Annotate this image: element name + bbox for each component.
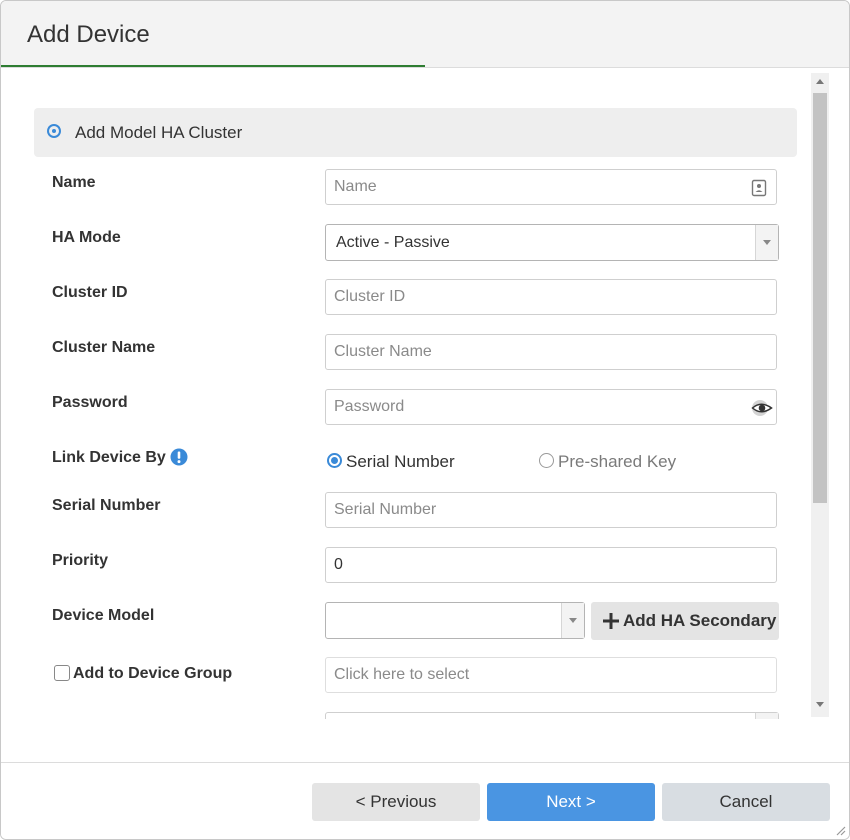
info-icon[interactable] [170, 448, 188, 466]
add-to-device-group-checkbox[interactable] [54, 665, 70, 681]
eye-icon[interactable] [751, 399, 773, 417]
add-device-dialog: Add Device Add Model HA Cluster Name HA … [0, 0, 850, 840]
radio-serial-number-label[interactable]: Serial Number [346, 452, 455, 472]
chevron-down-icon[interactable] [755, 225, 778, 260]
serial-number-input[interactable] [325, 492, 777, 528]
ha-mode-label: HA Mode [52, 229, 121, 246]
next-button[interactable]: Next > [487, 783, 655, 821]
contact-card-icon[interactable] [751, 179, 767, 197]
priority-input[interactable] [325, 547, 777, 583]
add-ha-secondary-button[interactable]: Add HA Secondary [591, 602, 779, 640]
scroll-down-icon[interactable] [816, 702, 824, 707]
content-scrollbar[interactable] [811, 73, 829, 717]
add-to-device-group-label[interactable]: Add to Device Group [73, 665, 232, 683]
dialog-content: Add Model HA Cluster Name HA Mode Active… [1, 69, 849, 719]
cluster-id-label: Cluster ID [52, 284, 128, 301]
name-input[interactable] [325, 169, 777, 205]
add-ha-secondary-label: Add HA Secondary [623, 611, 777, 630]
cluster-id-input[interactable] [325, 279, 777, 315]
cluster-name-input[interactable] [325, 334, 777, 370]
chevron-down-icon[interactable] [755, 713, 778, 719]
cluster-name-label: Cluster Name [52, 339, 156, 356]
chevron-down-icon[interactable] [561, 603, 584, 638]
password-input[interactable] [325, 389, 777, 425]
device-model-label: Device Model [52, 607, 155, 624]
dialog-title: Add Device [27, 21, 150, 48]
radio-pre-shared-key-label[interactable]: Pre-shared Key [558, 452, 676, 472]
ha-mode-value: Active - Passive [336, 234, 450, 251]
section-add-model-ha-cluster: Add Model HA Cluster [34, 108, 797, 157]
dialog-header: Add Device [1, 1, 849, 68]
name-label: Name [52, 174, 96, 191]
wizard-progress-bar [1, 65, 425, 67]
link-device-by-label: Link Device By [52, 449, 166, 466]
radio-serial-number[interactable] [327, 453, 342, 468]
scroll-up-icon[interactable] [816, 79, 824, 84]
previous-button[interactable]: < Previous [312, 783, 480, 821]
dialog-footer: < Previous Next > Cancel [1, 762, 849, 839]
section-title: Add Model HA Cluster [75, 123, 243, 142]
next-field-select[interactable] [325, 712, 779, 719]
cancel-button[interactable]: Cancel [662, 783, 830, 821]
section-radio[interactable] [47, 124, 61, 138]
device-model-select[interactable] [325, 602, 585, 639]
serial-number-label: Serial Number [52, 497, 161, 514]
ha-mode-select[interactable]: Active - Passive [325, 224, 779, 261]
resize-grip-icon[interactable] [836, 826, 846, 836]
scrollbar-thumb[interactable] [813, 93, 827, 503]
plus-icon [603, 613, 619, 629]
password-label: Password [52, 394, 128, 411]
priority-label: Priority [52, 552, 109, 569]
radio-pre-shared-key[interactable] [539, 453, 554, 468]
device-group-select-input[interactable] [325, 657, 777, 693]
